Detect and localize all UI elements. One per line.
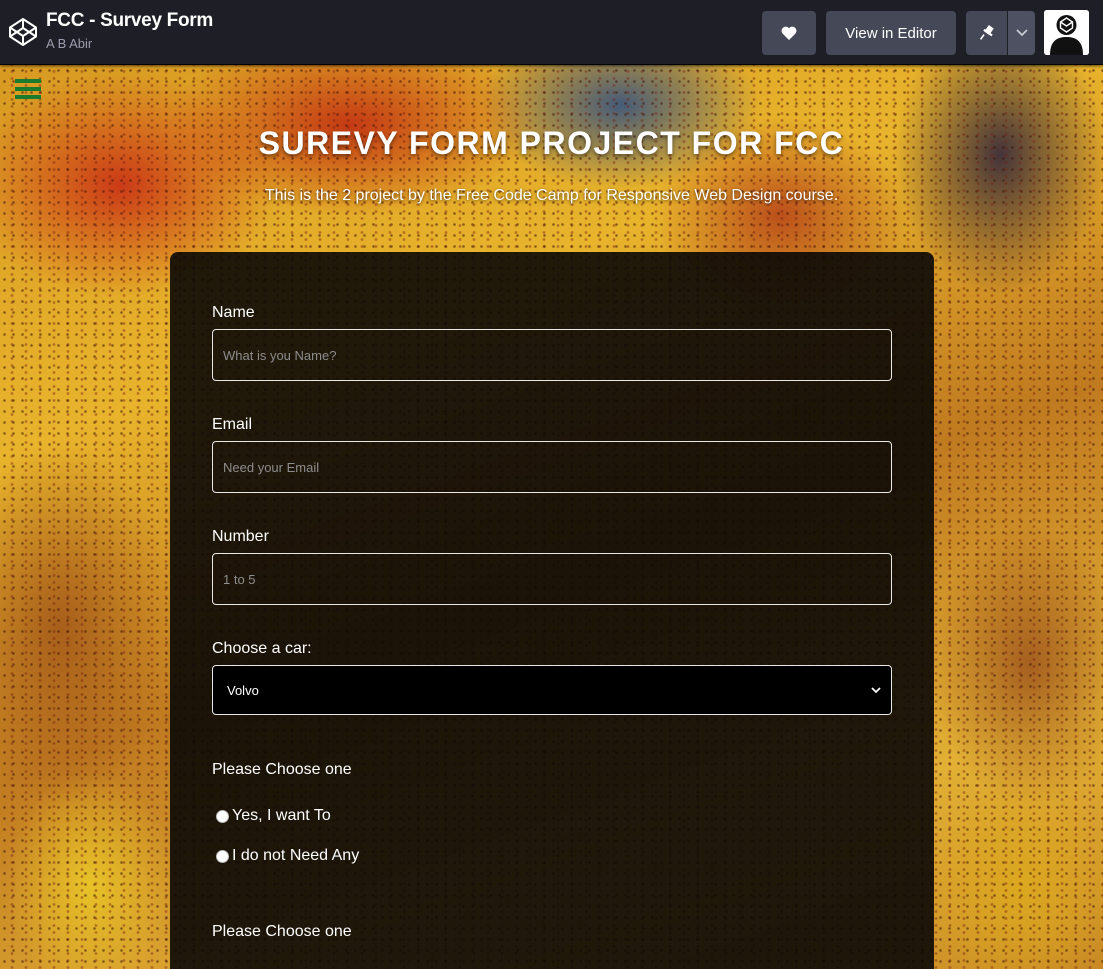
choice-group-1-label: Please Choose one <box>212 761 352 778</box>
page-title: SUREVY FORM PROJECT FOR FCC <box>258 125 845 161</box>
chevron-down-icon <box>871 686 881 693</box>
view-in-editor-button[interactable]: View in Editor <box>826 11 956 55</box>
pen-title: FCC - Survey Form <box>46 10 213 31</box>
heart-icon <box>781 26 797 40</box>
car-label: Choose a car: <box>212 640 312 657</box>
pen-author[interactable]: A B Abir <box>46 36 92 51</box>
pin-icon <box>979 25 994 40</box>
radio-option-label: I do not Need Any <box>232 847 360 864</box>
radio-button[interactable] <box>216 849 229 863</box>
avatar-image <box>1044 10 1089 55</box>
pin-menu-button[interactable] <box>1008 11 1035 55</box>
car-select[interactable]: Volvo <box>212 665 892 715</box>
number-label: Number <box>212 528 269 545</box>
codepen-logo-icon[interactable] <box>8 17 38 47</box>
name-input[interactable] <box>212 329 892 381</box>
name-label: Name <box>212 304 255 321</box>
user-avatar[interactable] <box>1044 10 1089 55</box>
choice-group-2-label: Please Choose one <box>212 923 352 940</box>
pin-button[interactable] <box>966 11 1007 55</box>
radio-option-label: Yes, I want To <box>232 807 331 824</box>
radio-option-yes[interactable]: Yes, I want To <box>216 807 331 825</box>
radio-button[interactable] <box>216 809 229 823</box>
hamburger-menu-icon[interactable] <box>15 78 41 100</box>
email-input[interactable] <box>212 441 892 493</box>
car-select-value: Volvo <box>227 682 259 698</box>
page-description: This is the 2 project by the Free Code C… <box>264 187 839 204</box>
like-button[interactable] <box>762 11 816 55</box>
number-input[interactable] <box>212 553 892 605</box>
chevron-down-icon <box>1015 29 1028 37</box>
codepen-header: FCC - Survey Form A B Abir View in Edito… <box>0 0 1103 65</box>
radio-option-no[interactable]: I do not Need Any <box>216 847 359 865</box>
survey-form: Name Email Number Choose a car: Volvo Pl… <box>170 252 934 969</box>
email-label: Email <box>212 416 253 433</box>
pen-preview: SUREVY FORM PROJECT FOR FCC This is the … <box>0 65 1103 969</box>
